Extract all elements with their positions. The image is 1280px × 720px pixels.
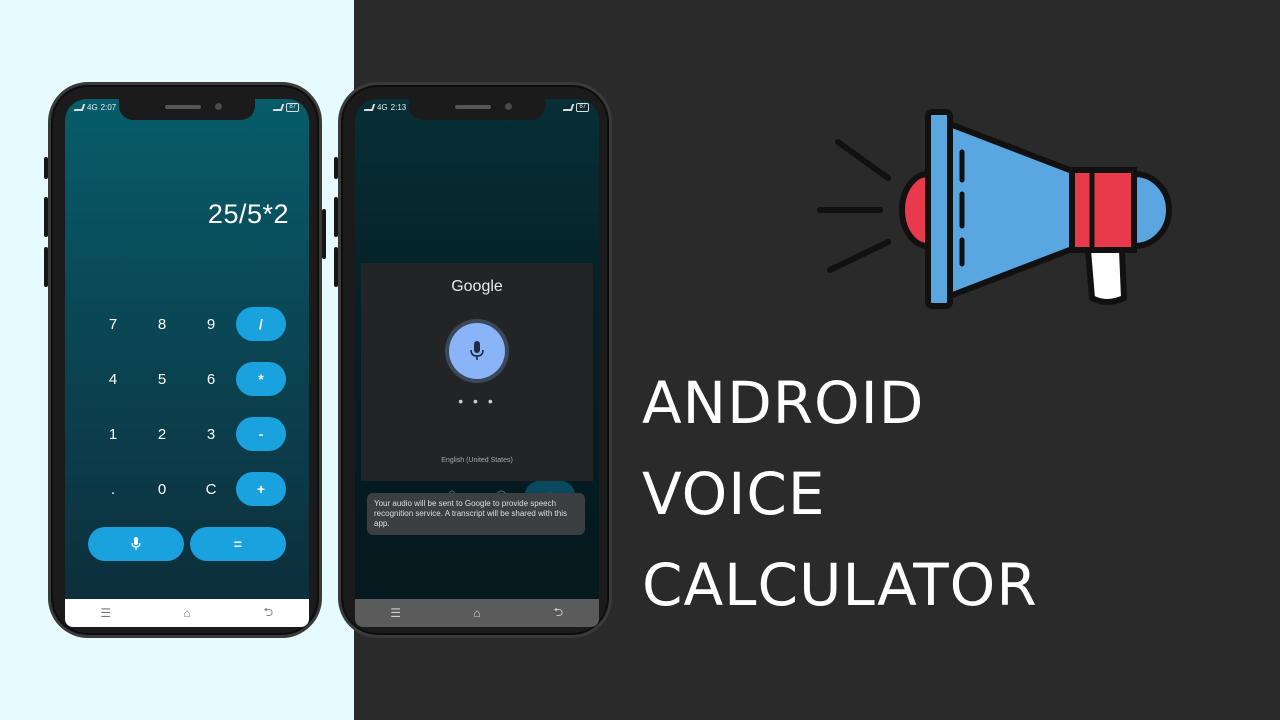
- clear-button[interactable]: C: [191, 474, 231, 504]
- speaker: [165, 105, 201, 109]
- status-time: 2:07: [100, 103, 117, 112]
- headline-line-1: ANDROID: [642, 369, 925, 437]
- privacy-toast: Your audio will be sent to Google to pro…: [367, 493, 585, 535]
- key-2[interactable]: 2: [142, 419, 182, 449]
- phone-notch: [409, 99, 545, 120]
- multiply-button[interactable]: *: [236, 362, 286, 396]
- phone-calculator: 4G 2:07 87 25/5*2 7 8 9 / 4 5 6 * 1 2 3 …: [44, 82, 326, 638]
- battery-icon: 87: [286, 103, 299, 112]
- google-voice-dialog: Google • • • English (United States): [361, 263, 593, 481]
- home-icon[interactable]: ⌂: [172, 606, 202, 620]
- volume-button: [44, 157, 48, 179]
- wifi-icon: [563, 104, 575, 111]
- phone-notch: [119, 99, 255, 120]
- back-icon[interactable]: ⮌: [253, 603, 283, 624]
- megaphone-icon: [817, 109, 1172, 309]
- front-camera: [505, 103, 512, 110]
- language-label[interactable]: English (United States): [361, 457, 593, 464]
- home-icon[interactable]: ⌂: [462, 606, 492, 620]
- back-icon[interactable]: ⮌: [543, 603, 573, 624]
- key-5[interactable]: 5: [142, 364, 182, 394]
- menu-icon[interactable]: ☰: [381, 606, 411, 620]
- navigation-bar: ☰ ⌂ ⮌: [355, 599, 599, 627]
- subtract-button[interactable]: -: [236, 417, 286, 451]
- power-button: [322, 209, 326, 259]
- volume-button: [334, 157, 338, 179]
- headline: ANDROID VOICE CALCULATOR: [642, 358, 1242, 631]
- headline-line-2: VOICE: [642, 460, 826, 528]
- status-time: 2:13: [390, 103, 407, 112]
- network-label: 4G: [87, 103, 98, 112]
- speaker: [455, 105, 491, 109]
- key-decimal[interactable]: .: [93, 474, 133, 504]
- divide-button[interactable]: /: [236, 307, 286, 341]
- signal-icon: [73, 104, 86, 111]
- key-7[interactable]: 7: [93, 309, 133, 339]
- mic-icon: [470, 341, 484, 360]
- headline-line-3: CALCULATOR: [642, 551, 1038, 619]
- key-9[interactable]: 9: [191, 309, 231, 339]
- mic-icon: [131, 537, 141, 550]
- key-1[interactable]: 1: [93, 419, 133, 449]
- menu-icon[interactable]: ☰: [91, 606, 121, 620]
- network-label: 4G: [377, 103, 388, 112]
- calculator-screen: 4G 2:07 87 25/5*2 7 8 9 / 4 5 6 * 1 2 3 …: [65, 99, 309, 627]
- battery-icon: 87: [576, 103, 589, 112]
- listening-indicator: • • •: [458, 393, 496, 409]
- volume-button: [334, 197, 338, 237]
- key-8[interactable]: 8: [142, 309, 182, 339]
- google-logo: Google: [451, 278, 503, 295]
- google-mic-button[interactable]: [449, 323, 505, 379]
- wifi-icon: [273, 104, 285, 111]
- phone-voice-dialog: 4G 2:13 87 Google • • • English (United …: [334, 82, 612, 638]
- key-6[interactable]: 6: [191, 364, 231, 394]
- voice-screen: 4G 2:13 87 Google • • • English (United …: [355, 99, 599, 627]
- volume-button: [44, 247, 48, 287]
- voice-input-button[interactable]: [88, 527, 184, 561]
- key-3[interactable]: 3: [191, 419, 231, 449]
- front-camera: [215, 103, 222, 110]
- key-4[interactable]: 4: [93, 364, 133, 394]
- navigation-bar: ☰ ⌂ ⮌: [65, 599, 309, 627]
- add-button[interactable]: +: [236, 472, 286, 506]
- key-0[interactable]: 0: [142, 474, 182, 504]
- volume-button: [44, 197, 48, 237]
- volume-button: [334, 247, 338, 287]
- equals-button[interactable]: =: [190, 527, 286, 561]
- signal-icon: [363, 104, 376, 111]
- expression-display: 25/5*2: [207, 199, 289, 229]
